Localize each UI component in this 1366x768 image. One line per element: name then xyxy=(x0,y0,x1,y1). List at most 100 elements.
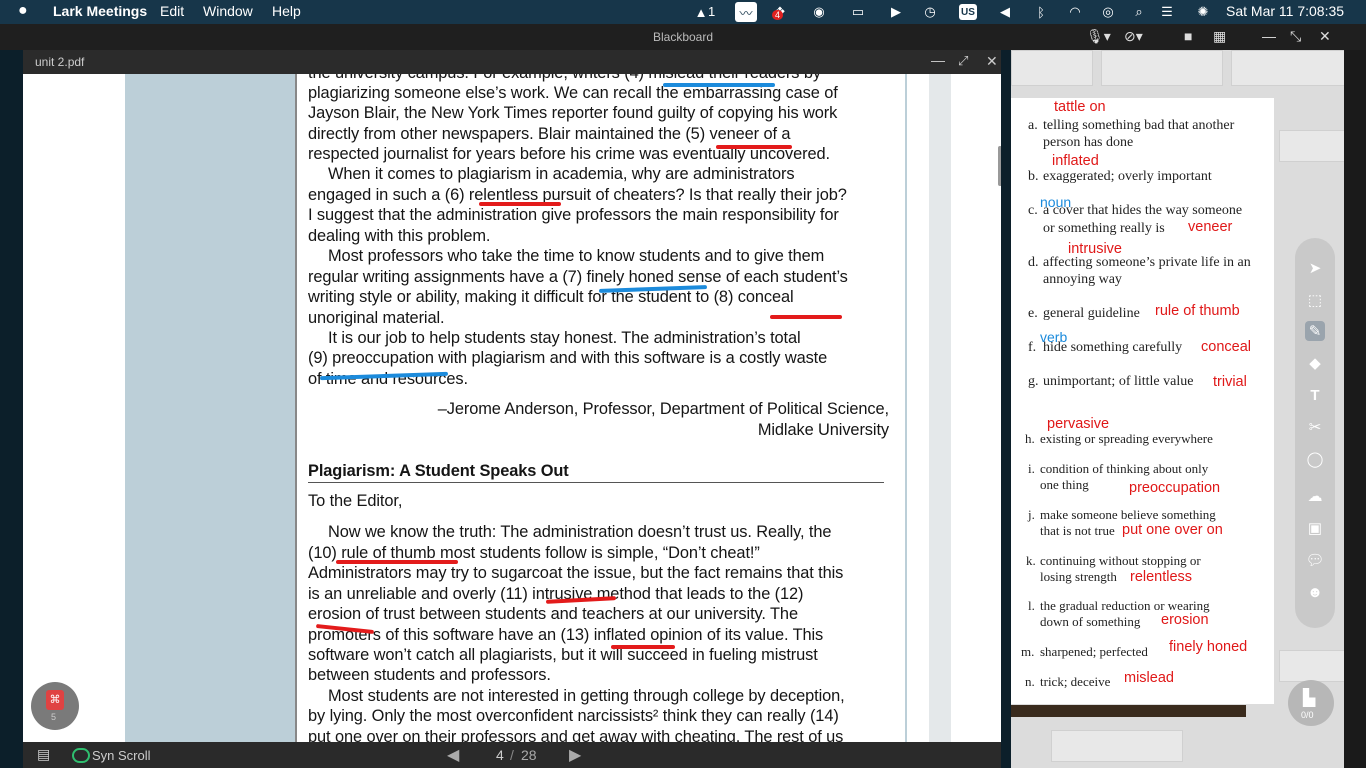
next-page-icon[interactable]: ▶ xyxy=(569,745,581,765)
blue-underline-mislead xyxy=(663,83,775,87)
apple-icon[interactable]: ● xyxy=(18,2,28,20)
select-cursor-icon[interactable]: ➤ xyxy=(1305,258,1325,278)
definition-text: one thing xyxy=(1040,477,1089,492)
briefcase-icon[interactable]: ▣ xyxy=(1305,518,1325,538)
mute-icon[interactable]: ⊘▾ xyxy=(1124,28,1143,45)
camera-icon[interactable]: ■ xyxy=(1184,28,1192,44)
spotlight-search-icon[interactable]: ⌕ xyxy=(1130,4,1148,20)
microphone-icon[interactable]: 🎙︎▾ xyxy=(1086,28,1111,45)
pdf-line: software won’t catch all plagiarists, bu… xyxy=(308,646,818,664)
definition-letter: m. xyxy=(1021,644,1035,659)
pdf-line: by lying. Only the most overconfident na… xyxy=(308,707,839,725)
feishu-icon[interactable]: 〰 xyxy=(735,2,757,22)
definition-letter: e. xyxy=(1028,306,1038,321)
pdf-line: Most professors who take the time to kno… xyxy=(328,247,825,265)
definition-letter: i. xyxy=(1028,461,1035,476)
red-underline-relentless xyxy=(479,202,561,206)
whiteboard-toolbar: ➤ ⬚ ✎ ◆ T ✂ ◯ ☁ ▣ 💬︎ ☻ xyxy=(1295,238,1335,628)
definition-text: continuing without stopping or xyxy=(1040,553,1201,568)
system-menubar: ● Lark Meetings Edit Window Help ▲ 1 〰 ❖… xyxy=(0,0,1366,24)
control-center-icon[interactable]: ☰ xyxy=(1158,4,1176,20)
prev-page-icon[interactable]: ◀ xyxy=(447,745,459,765)
definition-text: telling something bad that another xyxy=(1043,118,1235,133)
text-tool-icon[interactable]: T xyxy=(1305,385,1325,405)
pdf-line: I suggest that the administration give p… xyxy=(308,206,839,224)
floating-pdf-button[interactable]: ⌘ 5 xyxy=(31,682,79,730)
bluetooth-icon[interactable]: ᛒ xyxy=(1032,4,1050,20)
handwritten-note: noun xyxy=(1040,194,1072,210)
definition-letter: d. xyxy=(1028,255,1039,270)
time-machine-icon[interactable]: ◷ xyxy=(921,4,939,20)
pdf-close-icon[interactable]: ✕ xyxy=(986,53,998,70)
menu-help[interactable]: Help xyxy=(272,3,301,19)
minimize-icon[interactable]: — xyxy=(1262,28,1276,44)
sync-scroll-label: Syn Scroll xyxy=(92,748,151,763)
pen-icon[interactable]: ✎ xyxy=(1305,321,1325,341)
shape-icon[interactable]: ◯ xyxy=(1305,449,1325,469)
menu-edit[interactable]: Edit xyxy=(160,3,184,19)
scissors-icon[interactable]: ✂ xyxy=(1305,417,1325,437)
menu-window[interactable]: Window xyxy=(203,3,253,19)
pdf-minimize-icon[interactable]: — xyxy=(931,52,945,68)
handwritten-answer: erosion xyxy=(1161,612,1209,628)
definition-text: unimportant; of little value xyxy=(1043,374,1194,389)
menubar-clock[interactable]: Sat Mar 11 7:08:35 xyxy=(1226,3,1344,19)
definition-letter: f. xyxy=(1028,340,1037,355)
whiteboard-page-button[interactable]: ▙ 0/0 xyxy=(1288,680,1334,726)
brick xyxy=(1279,130,1344,162)
wifi-icon[interactable]: ◠ xyxy=(1066,4,1084,20)
red-underline-inflated xyxy=(611,645,675,649)
definition-text: make someone believe something xyxy=(1040,507,1216,522)
user-icon[interactable]: ◎ xyxy=(1099,4,1117,20)
handwritten-answer: conceal xyxy=(1201,339,1251,355)
pdf-scrollbar[interactable] xyxy=(998,146,1001,186)
input-method-icon[interactable]: US xyxy=(959,4,977,20)
pdf-expand-icon[interactable]: ⤢ xyxy=(958,53,968,69)
pdf-viewer[interactable]: the university campus. For example, writ… xyxy=(23,74,1001,742)
handwritten-answer: finely honed xyxy=(1169,639,1248,655)
total-pages: 28 xyxy=(521,747,537,763)
definition-letter: h. xyxy=(1025,431,1035,446)
sync-scroll-toggle[interactable] xyxy=(72,748,90,763)
pdf-line: To the Editor, xyxy=(308,492,403,510)
participants-icon[interactable]: ☻ xyxy=(1305,582,1325,602)
play-icon[interactable]: ▶ xyxy=(887,4,905,20)
pdf-footer: ▤ Syn Scroll ◀ 4 / 28 ▶ xyxy=(23,742,1001,768)
pdf-file-icon: ⌘ xyxy=(46,690,64,710)
dropbox-badge: 4 xyxy=(772,10,784,20)
chat-icon[interactable]: 💬︎ xyxy=(1305,550,1325,570)
handwritten-answer: intrusive xyxy=(1068,241,1122,257)
volume-icon[interactable]: ◀ xyxy=(996,4,1014,20)
area-select-icon[interactable]: ⬚ xyxy=(1305,290,1325,310)
pdf-signature: Midlake University xyxy=(757,421,889,439)
pdf-line: Administrators may try to sugarcoat the … xyxy=(308,564,844,582)
page-separator: / xyxy=(510,747,514,763)
brick xyxy=(1231,50,1344,86)
cloud-icon[interactable]: ☁ xyxy=(1305,486,1325,506)
definition-letter: n. xyxy=(1025,674,1035,689)
app-menu[interactable]: Lark Meetings xyxy=(53,3,147,19)
handwritten-note: verb xyxy=(1040,329,1068,345)
meeting-count: 1 xyxy=(708,4,716,19)
pdf-line: Most students are not interested in gett… xyxy=(328,687,845,705)
close-icon[interactable]: ✕ xyxy=(1319,28,1331,45)
definition-letter: b. xyxy=(1028,169,1039,184)
definition-letter: a. xyxy=(1028,118,1038,133)
pdf-scroll-strip[interactable] xyxy=(929,74,951,742)
restore-icon[interactable]: ⤡ xyxy=(1290,28,1301,45)
definition-letter: l. xyxy=(1028,598,1035,613)
pdf-line: Jayson Blair, the New York Times reporte… xyxy=(308,104,838,122)
wechat-icon[interactable]: ◉ xyxy=(810,4,828,20)
battery-icon[interactable]: ▭ xyxy=(846,4,870,20)
handwritten-answer: mislead xyxy=(1124,670,1174,686)
handwritten-answer: preoccupation xyxy=(1129,480,1221,496)
sidebar-toggle-icon[interactable]: ▤ xyxy=(37,746,50,763)
pdf-line: regular writing assignments have a (7) f… xyxy=(308,268,848,286)
pdf-line: promoters of this software have an (13) … xyxy=(308,626,824,644)
siri-icon[interactable]: ✺ xyxy=(1194,4,1212,20)
whiteboard-panel[interactable]: a. telling something bad that another pe… xyxy=(1011,50,1344,768)
window-title: Blackboard xyxy=(652,30,714,44)
definition-text: person has done xyxy=(1043,135,1134,150)
eraser-icon[interactable]: ◆ xyxy=(1305,353,1325,373)
layout-grid-icon[interactable]: ▦ xyxy=(1213,28,1226,45)
